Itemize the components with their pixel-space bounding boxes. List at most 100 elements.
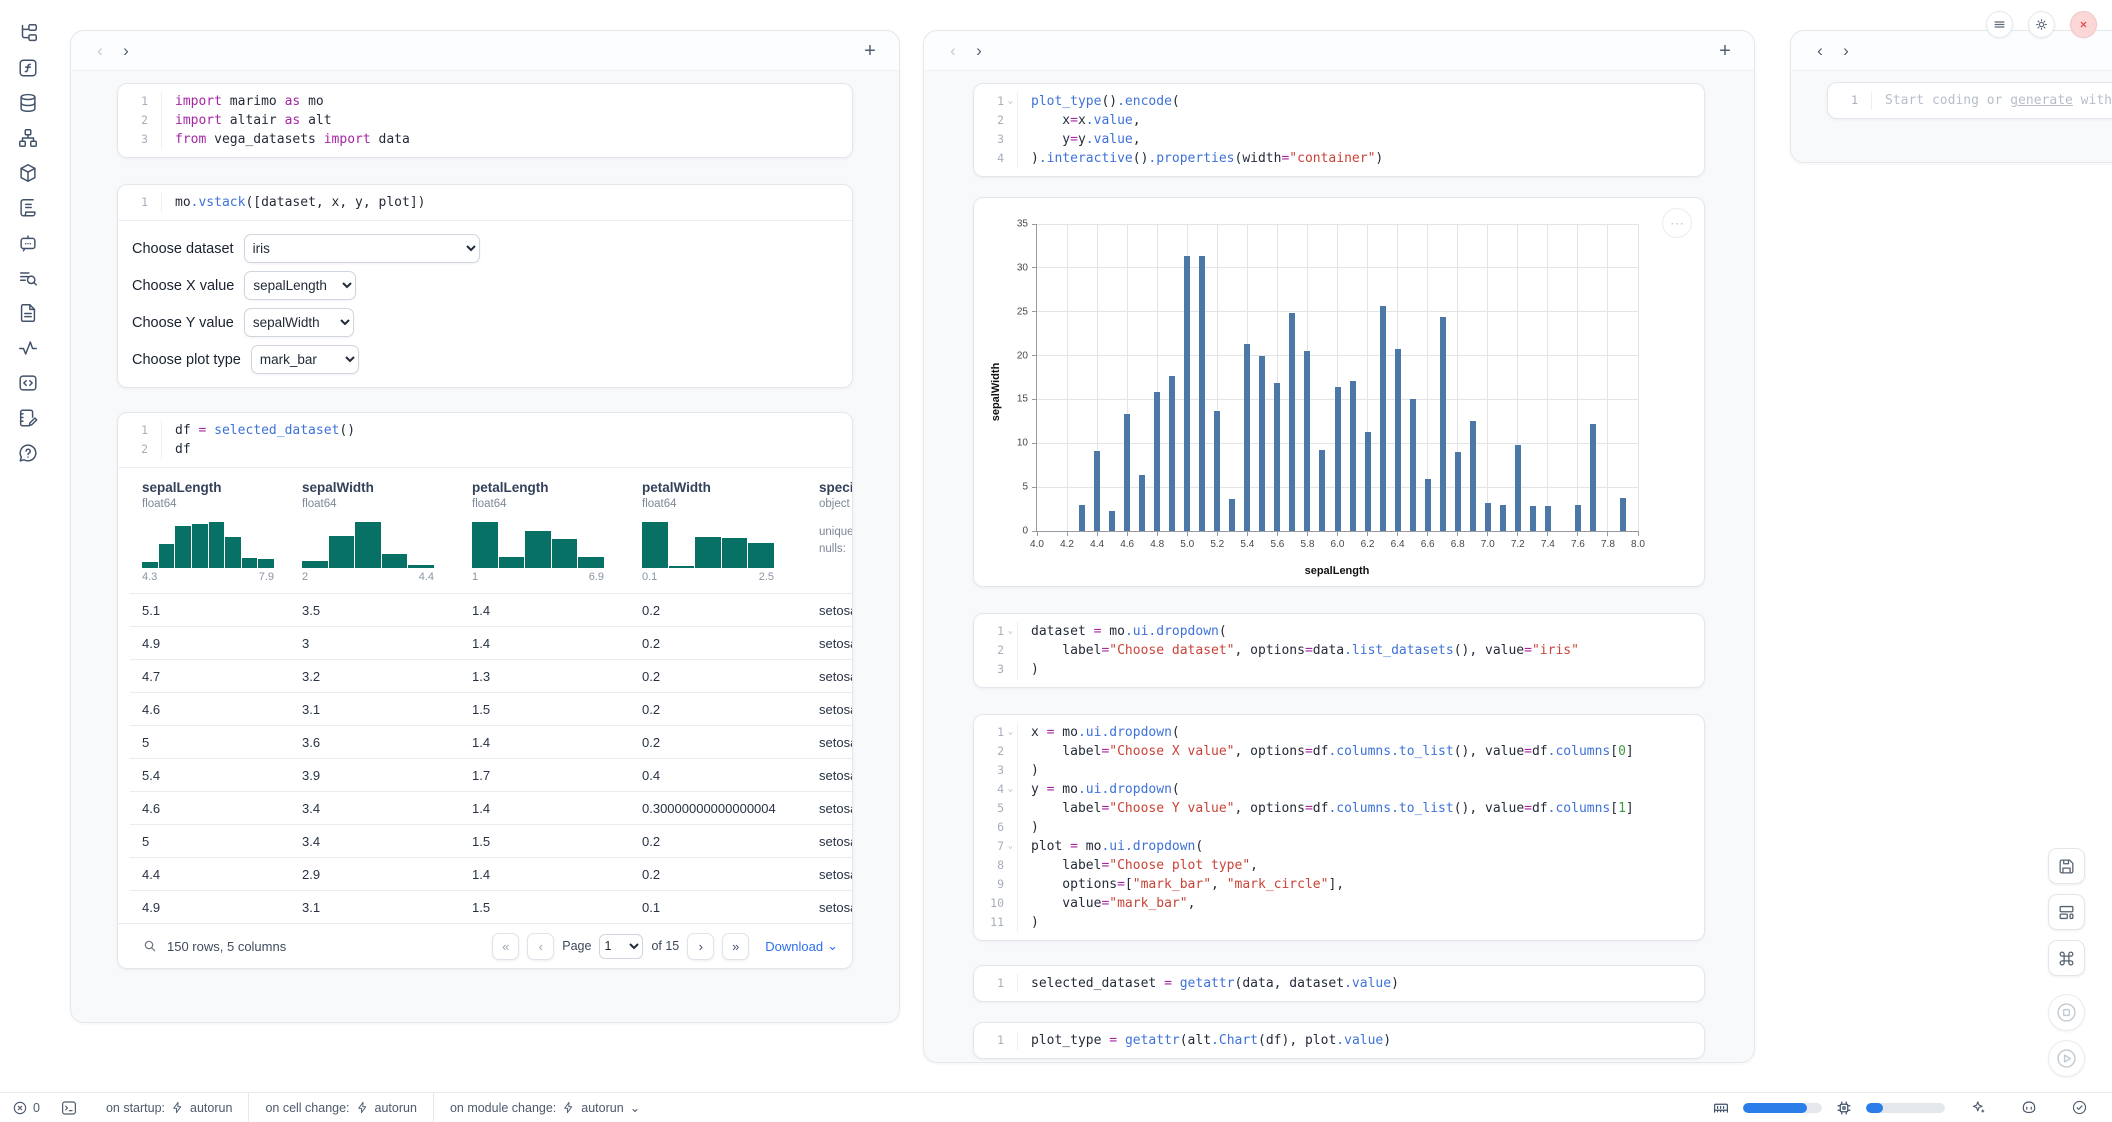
add-cell-button[interactable]: + (857, 38, 883, 64)
code-cell-selected-dataset[interactable]: 1selected_dataset = getattr(data, datase… (973, 965, 1705, 1002)
column-header[interactable]: sepalLengthfloat644.37.9 (130, 468, 290, 593)
chart-bar (1274, 383, 1280, 531)
code-cell-dataset-dropdown[interactable]: 1⌄dataset = mo.ui.dropdown(2 label="Choo… (973, 613, 1705, 688)
code-editor[interactable]: 1mo.vstack([dataset, x, y, plot]) (118, 185, 852, 220)
table-row[interactable]: 4.931.40.2setosa (130, 626, 852, 659)
cpu-usage-bar (1866, 1103, 1945, 1113)
ram-icon (1712, 1099, 1730, 1117)
chart-plot-area[interactable]: 4.04.24.44.64.85.05.25.45.65.86.06.26.46… (1036, 224, 1638, 532)
column-move-right-button[interactable]: › (113, 38, 139, 64)
connection-status-button[interactable] (2059, 1099, 2096, 1116)
column-header[interactable]: petalLengthfloat6416.9 (460, 468, 630, 593)
first-page-button[interactable]: « (492, 933, 519, 960)
table-row[interactable]: 5.13.51.40.2setosa (130, 593, 852, 626)
column-move-right-button[interactable]: › (966, 38, 992, 64)
dependency-graph-icon[interactable] (17, 127, 39, 149)
file-tree-icon[interactable] (17, 22, 39, 44)
shutdown-button[interactable] (2070, 11, 2097, 38)
table-row[interactable]: 53.61.40.2setosa (130, 725, 852, 758)
save-button[interactable] (2048, 848, 2085, 884)
chart-bar (1289, 313, 1295, 531)
code-cell-plot-type[interactable]: 1plot_type = getattr(alt.Chart(df), plot… (973, 1022, 1705, 1059)
code-editor[interactable]: 1df = selected_dataset()2df (118, 413, 852, 467)
caret-down-icon: ⌄ (827, 938, 838, 954)
column-header[interactable]: petalWidthfloat640.12.5 (630, 468, 807, 593)
terminal-button[interactable] (48, 1099, 90, 1117)
chart-bar (1244, 344, 1250, 531)
notebook-column-1: ‹ › + 1import marimo as mo2import altair… (70, 30, 900, 1023)
page-select[interactable]: 1 (599, 934, 643, 959)
code-cell-vstack: 1mo.vstack([dataset, x, y, plot]) Choose… (117, 184, 853, 388)
column-move-left-button[interactable]: ‹ (940, 38, 966, 64)
run-all-button[interactable] (2048, 1040, 2085, 1077)
table-footer: 150 rows, 5 columns « ‹ Page 1 of 15 › »… (118, 923, 852, 968)
chevron-left-icon: ‹ (1817, 41, 1823, 60)
download-button[interactable]: Download⌄ (765, 938, 838, 954)
x-select[interactable]: sepalLength (244, 271, 356, 300)
plus-icon: + (1719, 40, 1731, 62)
database-icon[interactable] (17, 92, 39, 114)
column-move-left-button[interactable]: ‹ (1807, 38, 1833, 64)
code-cell-imports[interactable]: 1import marimo as mo2import altair as al… (117, 83, 853, 158)
dataset-select[interactable]: iris (244, 234, 480, 263)
copilot-button[interactable] (2008, 1099, 2046, 1117)
y-select[interactable]: sepalWidth (244, 308, 354, 337)
next-page-button[interactable]: › (687, 933, 714, 960)
chart-bar (1410, 399, 1416, 531)
chevron-right-icon: › (976, 41, 982, 60)
help-icon[interactable] (17, 442, 39, 464)
code-cell-plot-encode[interactable]: 1⌄plot_type().encode(2 x=x.value,3 y=y.v… (973, 83, 1705, 177)
packages-icon[interactable] (17, 162, 39, 184)
settings-button[interactable] (2028, 11, 2055, 38)
table-row[interactable]: 53.41.50.2setosa (130, 824, 852, 857)
table-row[interactable]: 4.63.11.50.2setosa (130, 692, 852, 725)
column-header[interactable]: sepalWidthfloat6424.4 (290, 468, 460, 593)
errors-indicator[interactable]: 0 (0, 1100, 48, 1116)
error-circle-icon (12, 1100, 28, 1116)
copilot-icon (2020, 1099, 2038, 1117)
column-histogram (472, 522, 604, 568)
table-row[interactable]: 4.73.21.30.2setosa (130, 659, 852, 692)
empty-code-cell[interactable]: 1Start coding or generate with AI (1827, 82, 2112, 119)
search-icon[interactable] (142, 938, 158, 954)
chart-menu-button[interactable]: ⋯ (1662, 208, 1692, 238)
column-header[interactable]: speciesobjectunique:nulls: (807, 468, 852, 593)
last-page-button[interactable]: » (722, 933, 749, 960)
layout-grid-icon (2057, 903, 2076, 922)
table-row[interactable]: 4.42.91.40.2setosa (130, 857, 852, 890)
table-row[interactable]: 4.93.11.50.1setosa (130, 890, 852, 923)
ai-assist-button[interactable] (1958, 1099, 1995, 1116)
column-move-right-button[interactable]: › (1833, 38, 1859, 64)
on-cell-change-setting[interactable]: on cell change: autorun (248, 1093, 433, 1122)
on-module-change-setting[interactable]: on module change: autorun ⌄ (433, 1093, 656, 1122)
keyboard-shortcuts-button[interactable] (2048, 940, 2085, 976)
scratchpad-icon[interactable] (17, 197, 39, 219)
chart-bar (1455, 452, 1461, 531)
logs-icon[interactable] (17, 267, 39, 289)
table-row[interactable]: 5.43.91.70.4setosa (130, 758, 852, 791)
dataset-label: Choose dataset (132, 241, 234, 257)
column-move-left-button[interactable]: ‹ (87, 38, 113, 64)
notebook-pen-icon[interactable] (17, 407, 39, 429)
prev-page-button[interactable]: ‹ (527, 933, 554, 960)
add-cell-button[interactable]: + (1712, 38, 1738, 64)
stop-execution-button[interactable] (2048, 994, 2085, 1031)
chevron-right-icon: › (1843, 41, 1849, 60)
play-circle-icon (2055, 1047, 2078, 1070)
chart-bar (1350, 381, 1356, 531)
function-icon[interactable] (17, 57, 39, 79)
layout-toggle-button[interactable] (2048, 894, 2085, 930)
documentation-icon[interactable] (17, 302, 39, 324)
chart-bar (1109, 511, 1115, 531)
code-cell-xy-dropdowns[interactable]: 1⌄x = mo.ui.dropdown(2 label="Choose X v… (973, 714, 1705, 941)
ai-chat-icon[interactable] (17, 232, 39, 254)
on-startup-setting[interactable]: on startup: autorun (90, 1093, 248, 1122)
table-row[interactable]: 4.63.41.40.30000000000000004setosa (130, 791, 852, 824)
menu-button[interactable] (1986, 11, 2013, 38)
tracing-icon[interactable] (17, 337, 39, 359)
column-histogram (142, 522, 274, 568)
plot-type-select[interactable]: mark_bar (251, 345, 359, 374)
snippets-icon[interactable] (17, 372, 39, 394)
close-icon (2076, 17, 2091, 32)
prev-page-icon: ‹ (539, 939, 543, 954)
